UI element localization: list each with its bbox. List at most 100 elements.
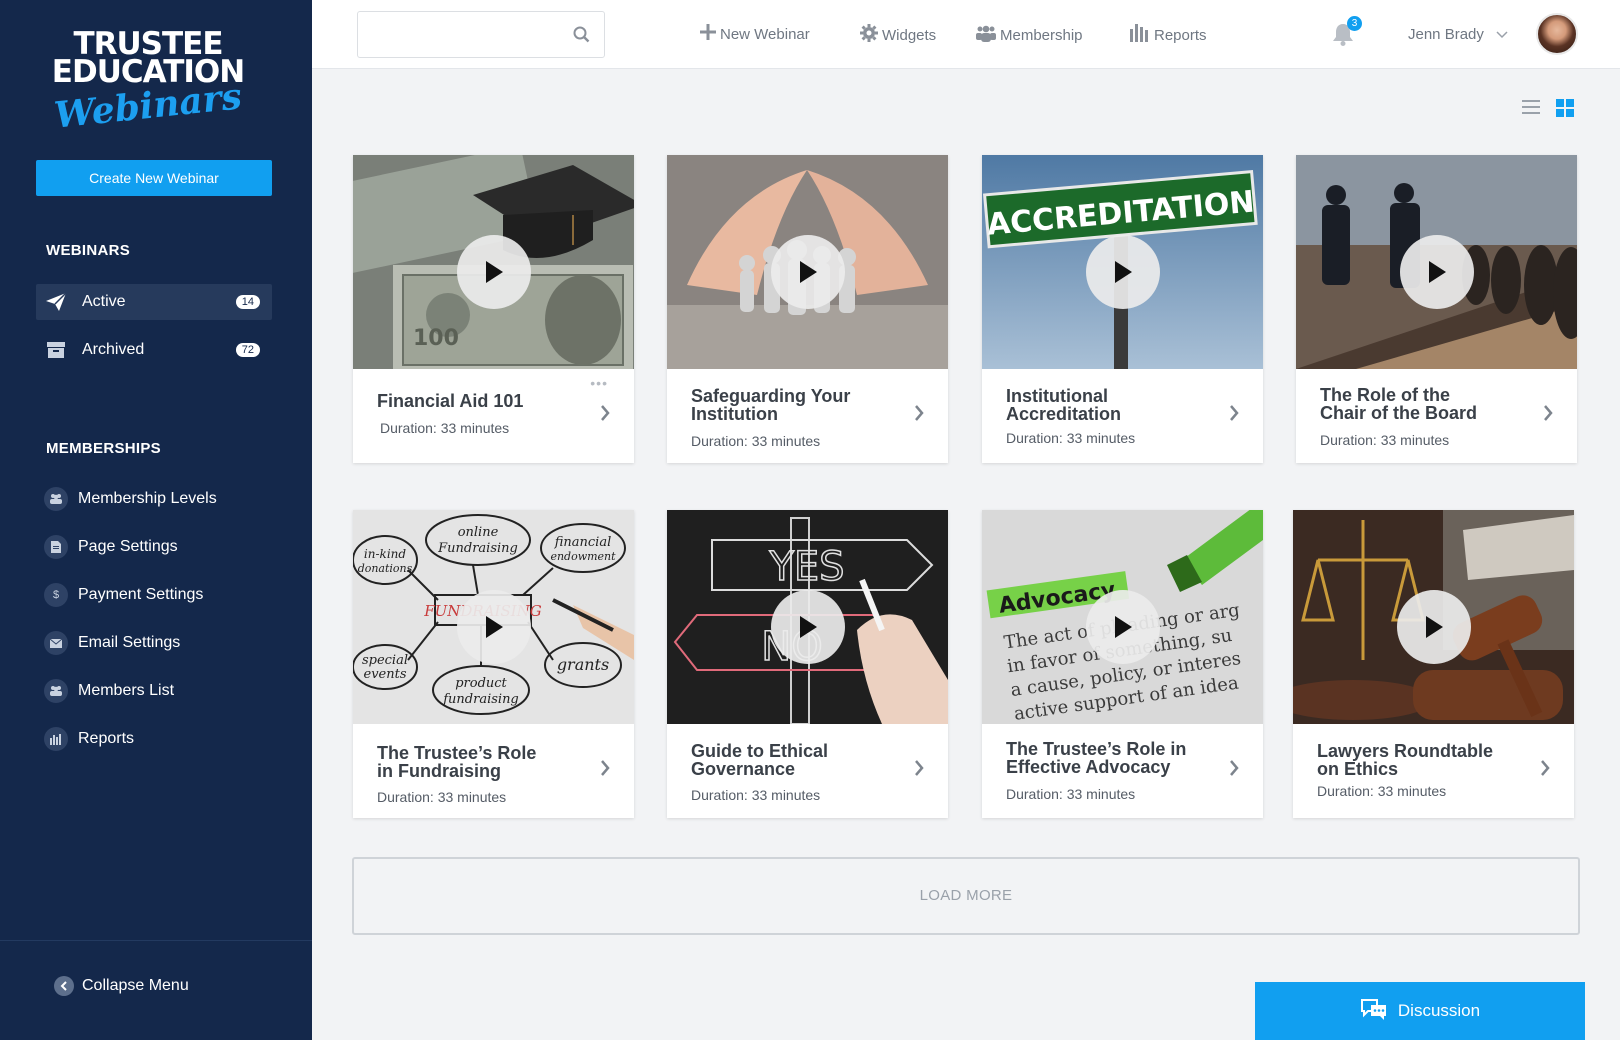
nav-label: New Webinar — [720, 25, 810, 43]
webinar-duration: Duration: 33 minutes — [1006, 430, 1136, 446]
sidebar-item-label: Reports — [78, 730, 135, 747]
chevron-left-icon — [54, 976, 74, 996]
webinar-thumbnail[interactable]: online Fundraising financial endowment i… — [353, 510, 634, 724]
play-icon — [486, 261, 503, 283]
avatar[interactable] — [1536, 13, 1578, 55]
sidebar: TRUSTEE EDUCATION Webinars Create New We… — [0, 0, 312, 1040]
thumb-text: grants — [557, 655, 609, 674]
sidebar-item-label: Membership Levels — [78, 490, 217, 507]
webinar-thumbnail[interactable] — [1296, 155, 1577, 369]
title-line2: on Ethics — [1317, 759, 1399, 779]
collapse-menu-button[interactable]: Collapse Menu — [54, 976, 189, 996]
webinar-thumbnail[interactable]: 100 — [353, 155, 634, 369]
sidebar-item-label: Payment Settings — [78, 586, 204, 603]
top-bar: New Webinar Widgets Membership Reports 3… — [312, 0, 1620, 69]
play-button[interactable] — [1397, 590, 1471, 664]
title-line2: in Fundraising — [377, 761, 501, 781]
chevron-right-icon[interactable] — [1229, 760, 1239, 781]
grid-view-icon[interactable] — [1556, 99, 1574, 122]
webinar-card[interactable]: YES NO Guide to Ethical Governance Durat… — [667, 510, 948, 818]
chevron-right-icon[interactable] — [1543, 405, 1553, 426]
chevron-right-icon[interactable] — [1229, 405, 1239, 426]
sidebar-item-active[interactable]: Active 14 — [36, 284, 272, 320]
brand-logo[interactable]: TRUSTEE EDUCATION Webinars — [0, 29, 296, 137]
list-view-icon[interactable] — [1522, 99, 1540, 120]
search-icon[interactable] — [573, 26, 590, 48]
bar-chart-icon — [44, 727, 68, 751]
load-more-button[interactable]: LOAD MORE — [352, 857, 1580, 935]
users-icon — [44, 679, 68, 703]
sidebar-item-email-settings[interactable]: Email Settings — [44, 629, 180, 657]
webinar-title: Financial Aid 101 — [377, 392, 577, 410]
webinar-card[interactable]: The Role of the Chair of the Board Durat… — [1296, 155, 1577, 463]
thumb-text: special — [362, 653, 408, 668]
play-button[interactable] — [771, 235, 845, 309]
sidebar-item-label: Active — [82, 293, 126, 310]
play-button[interactable] — [457, 235, 531, 309]
sidebar-item-members-list[interactable]: Members List — [44, 677, 174, 705]
memberships-section-title: MEMBERSHIPS — [46, 440, 161, 457]
webinar-thumbnail[interactable]: Advocacy The act of pleading or arg in f… — [982, 510, 1263, 724]
chevron-right-icon[interactable] — [600, 405, 610, 426]
chevron-right-icon[interactable] — [600, 760, 610, 781]
create-new-webinar-button[interactable]: Create New Webinar — [36, 160, 272, 196]
chevron-right-icon[interactable] — [914, 760, 924, 781]
webinar-thumbnail[interactable]: YES NO — [667, 510, 948, 724]
webinar-card[interactable]: Safeguarding Your Institution Duration: … — [667, 155, 948, 463]
webinar-card[interactable]: Advocacy The act of pleading or arg in f… — [982, 510, 1263, 818]
page-icon — [44, 535, 68, 559]
title-line2: Institution — [691, 404, 778, 424]
sidebar-item-page-settings[interactable]: Page Settings — [44, 533, 178, 561]
play-button[interactable] — [1400, 235, 1474, 309]
title-line1: The Role of the — [1320, 385, 1450, 405]
webinar-thumbnail[interactable] — [1293, 510, 1574, 724]
webinar-title: Safeguarding Your Institution — [691, 387, 891, 423]
thumb-text: endowment — [550, 550, 616, 563]
play-button[interactable] — [1086, 235, 1160, 309]
nav-new-webinar[interactable]: New Webinar — [700, 24, 810, 44]
thumb-text: YES — [768, 544, 844, 590]
play-icon — [800, 261, 817, 283]
nav-membership[interactable]: Membership — [976, 24, 1083, 46]
title-line1: Financial Aid 101 — [377, 391, 524, 411]
chevron-down-icon — [1496, 26, 1508, 43]
sidebar-item-archived[interactable]: Archived 72 — [36, 332, 272, 368]
nav-widgets[interactable]: Widgets — [860, 24, 936, 46]
more-options-icon[interactable]: ••• — [590, 375, 608, 391]
sidebar-item-reports[interactable]: Reports — [44, 725, 134, 753]
thumb-text: online — [458, 525, 499, 540]
webinar-card[interactable]: Lawyers Roundtable on Ethics Duration: 3… — [1293, 510, 1574, 818]
users-icon — [976, 24, 1000, 46]
webinar-title: The Trustee’s Role in Fundraising — [377, 744, 577, 780]
archive-icon — [44, 338, 68, 362]
webinar-card[interactable]: 100 ••• Financial Aid 101 Duration: 33 m… — [353, 155, 634, 463]
play-button[interactable] — [1086, 590, 1160, 664]
chat-bubbles-icon — [1360, 997, 1398, 1026]
title-line1: Guide to Ethical — [691, 741, 829, 761]
notification-count-badge: 3 — [1347, 16, 1362, 31]
play-button[interactable] — [457, 590, 531, 664]
discussion-button[interactable]: Discussion — [1255, 982, 1585, 1040]
title-line1: Institutional — [1006, 386, 1108, 406]
search-input[interactable] — [370, 12, 570, 57]
collapse-menu-area: Collapse Menu — [0, 940, 312, 1040]
chevron-right-icon[interactable] — [1540, 760, 1550, 781]
webinar-card[interactable]: online Fundraising financial endowment i… — [353, 510, 634, 818]
webinar-thumbnail[interactable] — [667, 155, 948, 369]
thumb-text: fundraising — [442, 692, 519, 707]
sidebar-item-membership-levels[interactable]: Membership Levels — [44, 485, 217, 513]
user-menu[interactable]: Jenn Brady — [1408, 26, 1508, 43]
webinar-thumbnail[interactable]: ACCREDITATION — [982, 155, 1263, 369]
sidebar-item-payment-settings[interactable]: $ Payment Settings — [44, 581, 203, 609]
active-count-badge: 14 — [235, 295, 260, 309]
nav-reports[interactable]: Reports — [1130, 24, 1207, 46]
webinar-card[interactable]: ACCREDITATION Institutional Accreditatio… — [982, 155, 1263, 463]
play-button[interactable] — [771, 590, 845, 664]
title-line2: Effective Advocacy — [1006, 757, 1171, 777]
sidebar-item-label: Archived — [82, 341, 145, 358]
webinar-duration: Duration: 33 minutes — [377, 789, 507, 805]
title-line2: Chair of the Board — [1320, 403, 1478, 423]
chevron-right-icon[interactable] — [914, 405, 924, 426]
envelope-icon — [44, 631, 68, 655]
title-line2: Governance — [691, 759, 796, 779]
